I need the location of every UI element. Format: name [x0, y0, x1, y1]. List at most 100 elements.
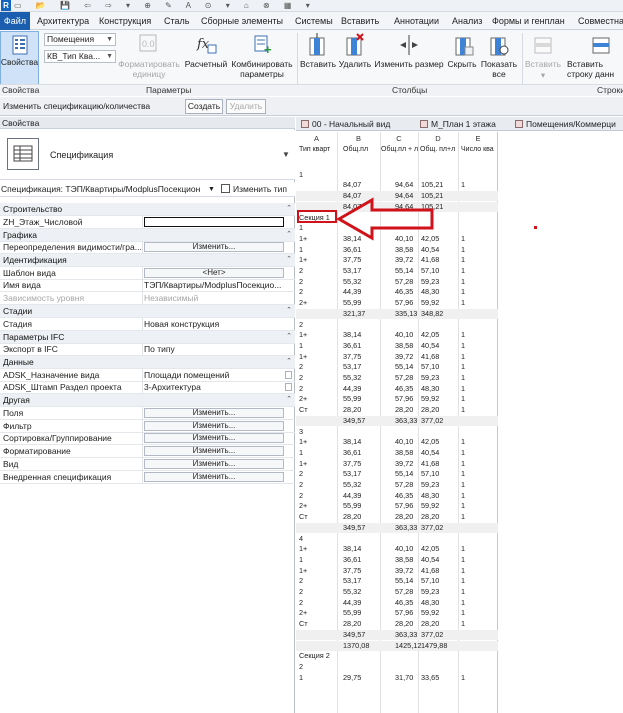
menu-analyze[interactable]: Анализ: [452, 12, 482, 30]
property-edit-button[interactable]: <Нет>: [144, 268, 284, 278]
calculated-button[interactable]: Расчетный: [182, 59, 230, 69]
property-category[interactable]: Параметры IFC ⌃: [0, 331, 295, 344]
table-row[interactable]: 2 44,39 46,35 48,30 1: [296, 287, 498, 297]
subtotal-row[interactable]: 1370,08 1425,12 1479,88: [296, 640, 498, 651]
edit-type-button[interactable]: Изменить тип: [221, 183, 287, 196]
table-row[interactable]: 1 29,75 31,70 33,65 1: [296, 673, 498, 683]
create-button[interactable]: Создать: [185, 99, 223, 114]
table-row[interactable]: 2 53,17 55,14 57,10 1: [296, 576, 498, 586]
tab-start-view[interactable]: 00 - Начальный вид: [301, 118, 390, 131]
column-header[interactable]: Тип кварт: [299, 146, 330, 153]
property-edit-button[interactable]: Изменить...: [144, 446, 284, 456]
subtotal-row[interactable]: 349,57 363,33 377,02: [296, 522, 498, 533]
column-header[interactable]: Число ква: [461, 146, 494, 153]
combine-parameters-button[interactable]: Комбинировать параметры: [229, 59, 295, 79]
table-row[interactable]: 2 44,39 46,35 48,30 1: [296, 598, 498, 608]
table-row[interactable]: 1 36,61 38,58 40,54 1: [296, 341, 498, 351]
table-row[interactable]: 2+ 55,99 57,96 59,92 1: [296, 298, 498, 308]
table-row[interactable]: 2+ 55,99 57,96 59,92 1: [296, 501, 498, 511]
table-row[interactable]: 2 55,32 57,28 59,23 1: [296, 277, 498, 287]
type-selector[interactable]: [0, 130, 295, 180]
column-letter[interactable]: A: [296, 134, 337, 143]
column-letter[interactable]: D: [418, 134, 458, 143]
group-header-row[interactable]: 4: [296, 534, 498, 544]
group-header-row[interactable]: 1: [296, 170, 498, 180]
property-category[interactable]: Графика ⌃: [0, 229, 295, 242]
show-all-button[interactable]: Показать все: [479, 59, 519, 79]
property-value[interactable]: Площади помещений: [144, 369, 284, 381]
delete-button[interactable]: Удалить: [226, 99, 266, 114]
property-edit-button[interactable]: Изменить...: [144, 421, 284, 431]
table-row[interactable]: 1 36,61 38,58 40,54 1: [296, 555, 498, 565]
table-row[interactable]: 2 53,17 55,14 57,10 1: [296, 469, 498, 479]
collapse-icon[interactable]: ⌃: [286, 394, 292, 406]
tab-floor-plan[interactable]: М_План 1 этажа: [420, 118, 496, 131]
group-header-row[interactable]: 2: [296, 662, 498, 672]
menu-systems[interactable]: Системы: [295, 12, 333, 30]
menu-insert[interactable]: Вставить: [341, 12, 379, 30]
table-row[interactable]: 2 44,39 46,35 48,30 1: [296, 384, 498, 394]
collapse-icon[interactable]: ⌃: [286, 305, 292, 317]
property-category[interactable]: Стадии ⌃: [0, 305, 295, 318]
column-header[interactable]: Общ.пл + л: [381, 146, 418, 153]
table-row[interactable]: 2 55,32 57,28 59,23 1: [296, 480, 498, 490]
property-category[interactable]: Идентификация ⌃: [0, 254, 295, 267]
table-row[interactable]: Ст 28,20 28,20 28,20 1: [296, 405, 498, 415]
spec-selector[interactable]: Спецификация: ТЭП/Квартиры/ModplusПосекц…: [0, 183, 218, 196]
property-value-input[interactable]: [144, 217, 284, 227]
table-row[interactable]: 1+ 37,75 39,72 41,68 1: [296, 255, 498, 265]
tab-rooms-schedule[interactable]: Помещения/Коммерци: [515, 118, 616, 131]
subtotal-row[interactable]: 349,57 363,33 377,02: [296, 629, 498, 640]
property-edit-button[interactable]: Изменить...: [144, 459, 284, 469]
table-row[interactable]: 84,07 94,64 105,21 1: [296, 180, 498, 190]
collapse-icon[interactable]: ⌃: [286, 254, 292, 266]
insert-column-button[interactable]: Вставить: [300, 59, 336, 69]
table-row[interactable]: 1+ 38,14 40,10 42,05 1: [296, 437, 498, 447]
resize-button[interactable]: Изменить размер: [374, 59, 444, 69]
menu-collaborate[interactable]: Совместная: [578, 12, 623, 30]
subtotal-row[interactable]: 349,57 363,33 377,02: [296, 415, 498, 426]
insert-row-disabled-button[interactable]: Вставить: [525, 59, 561, 69]
value-checkbox[interactable]: [285, 371, 292, 379]
property-category[interactable]: Строительство ⌃: [0, 203, 295, 216]
menu-architecture[interactable]: Архитектура: [37, 12, 89, 30]
property-value[interactable]: Новая конструкция: [144, 318, 284, 330]
table-row[interactable]: 1 36,61 38,58 40,54 1: [296, 245, 498, 255]
column-letter[interactable]: E: [458, 134, 498, 143]
table-row[interactable]: 1+ 37,75 39,72 41,68 1: [296, 459, 498, 469]
table-row[interactable]: 2 53,17 55,14 57,10 1: [296, 266, 498, 276]
table-row[interactable]: 2+ 55,99 57,96 59,92 1: [296, 608, 498, 618]
quick-access-toolbar[interactable]: ▭ 📂 💾 ⇦ ⇨ ▾ ⊕ ✎ A ⊙ ▾ ⌂ ⊗ ▦ ▾: [14, 0, 354, 11]
property-edit-button[interactable]: Изменить...: [144, 242, 284, 252]
table-row[interactable]: 1 36,61 38,58 40,54 1: [296, 448, 498, 458]
table-row[interactable]: Ст 28,20 28,20 28,20 1: [296, 512, 498, 522]
table-row[interactable]: 2 55,32 57,28 59,23 1: [296, 587, 498, 597]
table-row[interactable]: 2 53,17 55,14 57,10 1: [296, 362, 498, 372]
chevron-down-icon[interactable]: ▼: [208, 183, 215, 196]
property-category[interactable]: Данные ⌃: [0, 356, 295, 369]
group-header-row[interactable]: [296, 159, 498, 169]
category-combo[interactable]: Помещения ▼: [44, 33, 116, 46]
revit-logo[interactable]: R: [1, 0, 11, 11]
menu-structure[interactable]: Конструкция: [99, 12, 151, 30]
menu-steel[interactable]: Сталь: [164, 12, 189, 30]
property-value[interactable]: 3-Архитектура: [144, 381, 284, 393]
column-letter[interactable]: C: [380, 134, 418, 143]
group-header-row[interactable]: Секция 2: [296, 651, 498, 661]
parameter-combo[interactable]: КВ_Тип Ква... ▼: [44, 50, 116, 63]
collapse-icon[interactable]: ⌃: [286, 331, 292, 343]
table-row[interactable]: 2+ 55,99 57,96 59,92 1: [296, 394, 498, 404]
table-row[interactable]: Ст 28,20 28,20 28,20 1: [296, 619, 498, 629]
collapse-icon[interactable]: ⌃: [286, 203, 292, 215]
property-edit-button[interactable]: Изменить...: [144, 408, 284, 418]
menu-precast[interactable]: Сборные элементы: [201, 12, 283, 30]
group-header-row[interactable]: 3: [296, 427, 498, 437]
value-checkbox[interactable]: [285, 383, 292, 391]
insert-data-row-button[interactable]: Вставить строку данн: [567, 59, 623, 79]
column-header[interactable]: Общ.пл: [343, 146, 368, 153]
menu-massing-site[interactable]: Формы и генплан: [492, 12, 565, 30]
table-row[interactable]: 1+ 38,14 40,10 42,05 1: [296, 330, 498, 340]
collapse-icon[interactable]: ⌃: [286, 356, 292, 368]
table-row[interactable]: 2 44,39 46,35 48,30 1: [296, 491, 498, 501]
chevron-down-icon[interactable]: ▼: [282, 150, 290, 159]
